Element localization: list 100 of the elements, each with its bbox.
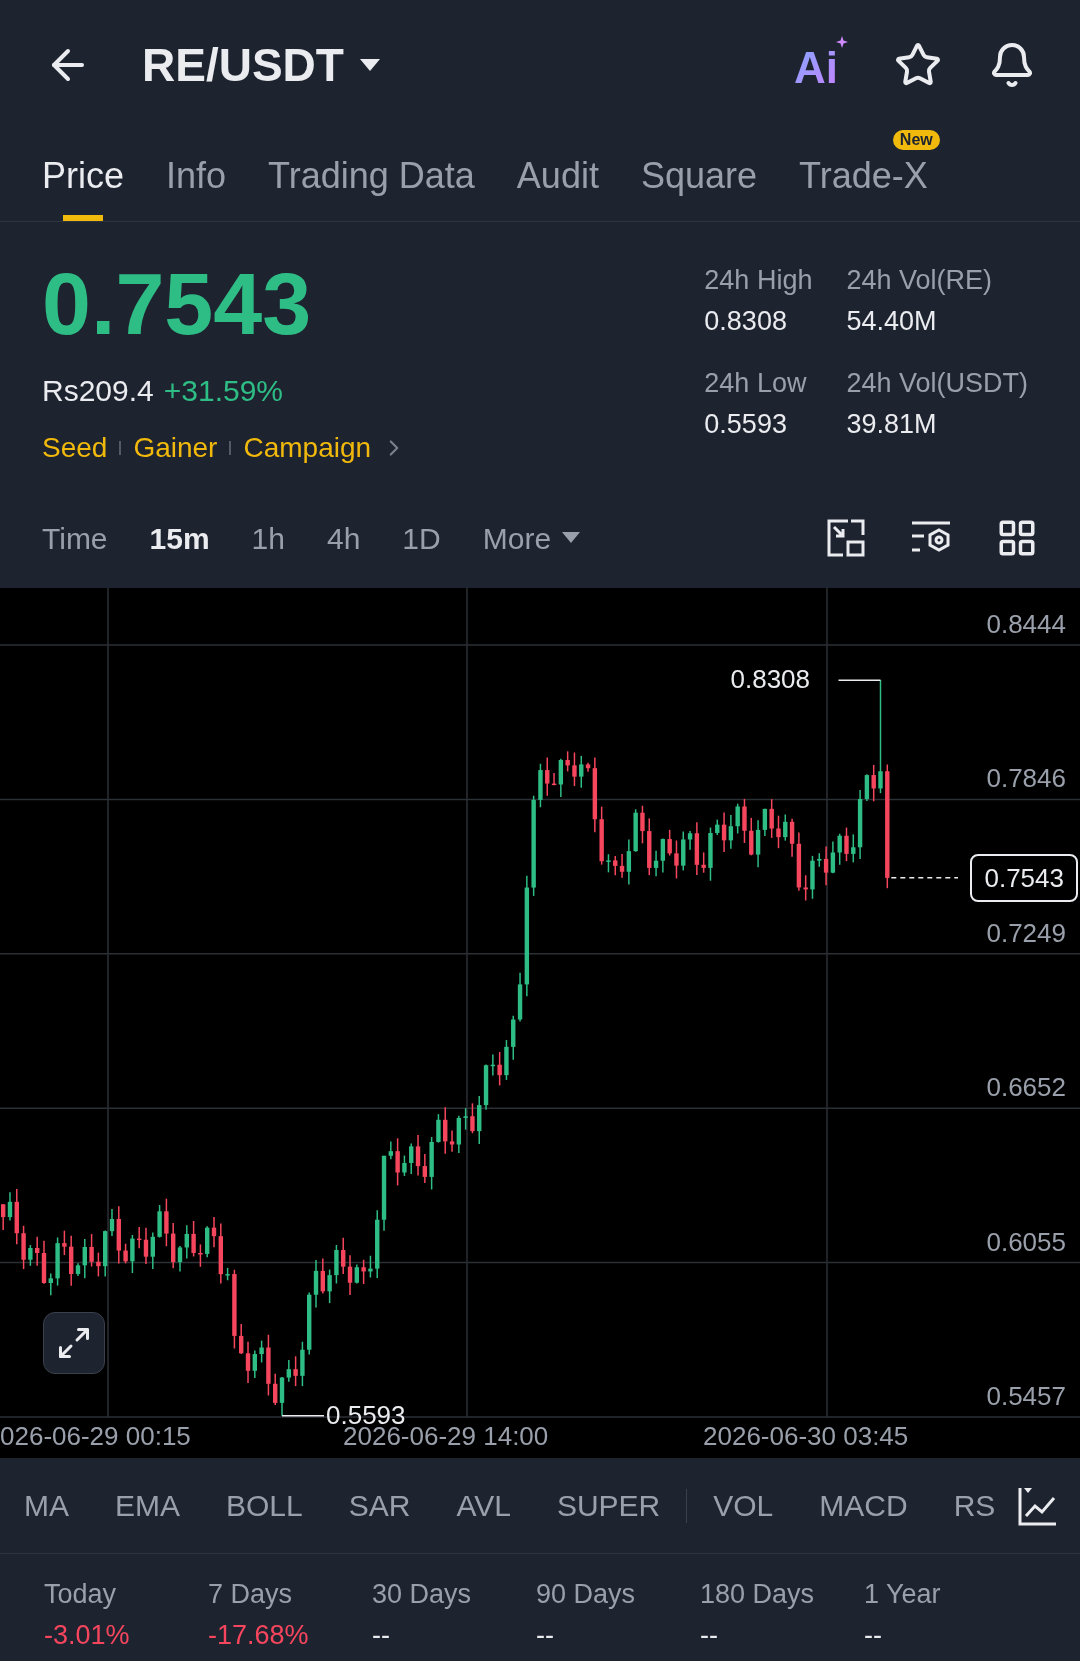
- candle: [742, 798, 747, 844]
- candle: [538, 763, 543, 808]
- indicator-tab[interactable]: SAR: [348, 1483, 411, 1528]
- candle: [123, 1242, 128, 1265]
- interval-tab[interactable]: 1h: [251, 515, 285, 561]
- period-label: 180 Days: [700, 1578, 816, 1611]
- x-axis-label: 026-06-29 00:15: [0, 1420, 191, 1452]
- tag-link[interactable]: Campaign: [243, 427, 372, 469]
- x-axis-label: 2026-06-30 03:45: [703, 1420, 909, 1452]
- indicator-chart-icon[interactable]: [1018, 1485, 1058, 1526]
- candle: [62, 1229, 67, 1256]
- candle: [164, 1197, 169, 1247]
- y-axis-label: 0.6055: [986, 1226, 1066, 1257]
- candle: [259, 1339, 264, 1364]
- period-label: 90 Days: [536, 1578, 637, 1611]
- candle: [470, 1102, 475, 1134]
- fullscreen-button[interactable]: [43, 1312, 105, 1374]
- y-axis-label: 0.7846: [986, 763, 1066, 794]
- candle: [225, 1267, 230, 1281]
- period-change: --: [864, 1618, 883, 1652]
- candle: [368, 1255, 373, 1279]
- tab[interactable]: Price: [42, 154, 125, 197]
- candle: [130, 1234, 135, 1274]
- indicator-tab[interactable]: BOLL: [226, 1483, 303, 1528]
- candle: [361, 1258, 366, 1285]
- indicator-tab[interactable]: VOL: [713, 1483, 774, 1528]
- fiat-price: Rs209.4: [42, 373, 154, 409]
- tab[interactable]: Trading Data: [268, 154, 475, 197]
- period-label: Today: [44, 1578, 118, 1611]
- period-change: -3.01%: [44, 1618, 131, 1652]
- candle: [89, 1233, 94, 1268]
- candle: [504, 1039, 509, 1081]
- stat-label: 24h High: [704, 264, 813, 297]
- candle: [157, 1204, 162, 1239]
- new-badge: New: [892, 130, 940, 150]
- candle: [606, 853, 611, 874]
- candle: [28, 1244, 33, 1267]
- more-dropdown[interactable]: More: [482, 515, 582, 561]
- stat-value: 0.8308: [704, 304, 788, 338]
- tab[interactable]: Square: [640, 154, 757, 197]
- candle: [674, 839, 679, 880]
- period-change: --: [372, 1618, 391, 1652]
- stat-label: 24h Vol(RE): [846, 264, 993, 297]
- tab[interactable]: Info: [166, 154, 227, 197]
- indicator-tab[interactable]: MA: [24, 1483, 69, 1528]
- y-axis-label: 0.5457: [986, 1381, 1066, 1411]
- candle: [334, 1244, 339, 1285]
- stat-label: 24h Vol(USDT): [846, 367, 1028, 400]
- candle: [436, 1113, 441, 1144]
- expand-icon: [56, 1325, 92, 1361]
- interval-tab[interactable]: 4h: [327, 515, 361, 561]
- candle: [293, 1355, 298, 1387]
- interval-tab[interactable]: Time: [42, 515, 108, 561]
- interval-tab[interactable]: 15m: [149, 515, 210, 561]
- indicator-tab[interactable]: SUPER: [556, 1483, 661, 1528]
- candle: [21, 1225, 26, 1270]
- candle: [640, 805, 645, 845]
- candle: [198, 1243, 203, 1268]
- candle: [776, 814, 781, 849]
- candle: [572, 751, 577, 787]
- period-label: 7 Days: [208, 1578, 294, 1611]
- period-change: -17.68%: [208, 1618, 310, 1652]
- candle: [810, 855, 815, 900]
- candle: [191, 1220, 196, 1258]
- y-axis-label: 0.8444: [986, 609, 1066, 639]
- caret-icon: [561, 531, 582, 545]
- stat-value: 0.5593: [704, 407, 788, 441]
- candle: [402, 1154, 407, 1177]
- candle: [327, 1268, 332, 1304]
- indicator-tab[interactable]: AVL: [456, 1483, 511, 1528]
- caret-icon[interactable]: [357, 57, 382, 73]
- tab[interactable]: Audit: [516, 154, 599, 197]
- period-label: 30 Days: [372, 1578, 473, 1611]
- indicator-tab[interactable]: MACD: [819, 1483, 908, 1528]
- price-change: +31.59%: [163, 373, 284, 409]
- candle: [708, 826, 713, 882]
- stat-value: 54.40M: [846, 304, 938, 338]
- interval-tab[interactable]: 1D: [402, 515, 441, 561]
- indicator-tab[interactable]: EMA: [115, 1483, 180, 1528]
- indicator-tab[interactable]: RS: [953, 1483, 996, 1528]
- current-price-line: [890, 877, 959, 879]
- period-change: --: [700, 1618, 719, 1652]
- candle: [96, 1251, 101, 1278]
- picture-in-picture-icon[interactable]: [826, 518, 866, 558]
- last-price: 0.7543: [42, 260, 313, 348]
- tab[interactable]: Trade-X: [799, 154, 928, 197]
- leader-line: [281, 1415, 325, 1417]
- candle: [266, 1334, 271, 1397]
- candle: [844, 826, 849, 862]
- period-label: 1 Year: [864, 1578, 942, 1611]
- sparkle-icon: [836, 36, 848, 48]
- stat-label: 24h Low: [704, 367, 808, 400]
- period-change: --: [536, 1618, 555, 1652]
- candle: [300, 1341, 305, 1387]
- pair-title[interactable]: RE/USDT: [142, 30, 344, 100]
- y-axis-label: 0.6652: [986, 1072, 1066, 1103]
- tag-link[interactable]: Gainer: [133, 427, 218, 469]
- current-price-label: 0.7543: [970, 853, 1078, 902]
- y-axis-label: 0.7249: [986, 917, 1066, 948]
- tag-link[interactable]: Seed: [42, 427, 108, 469]
